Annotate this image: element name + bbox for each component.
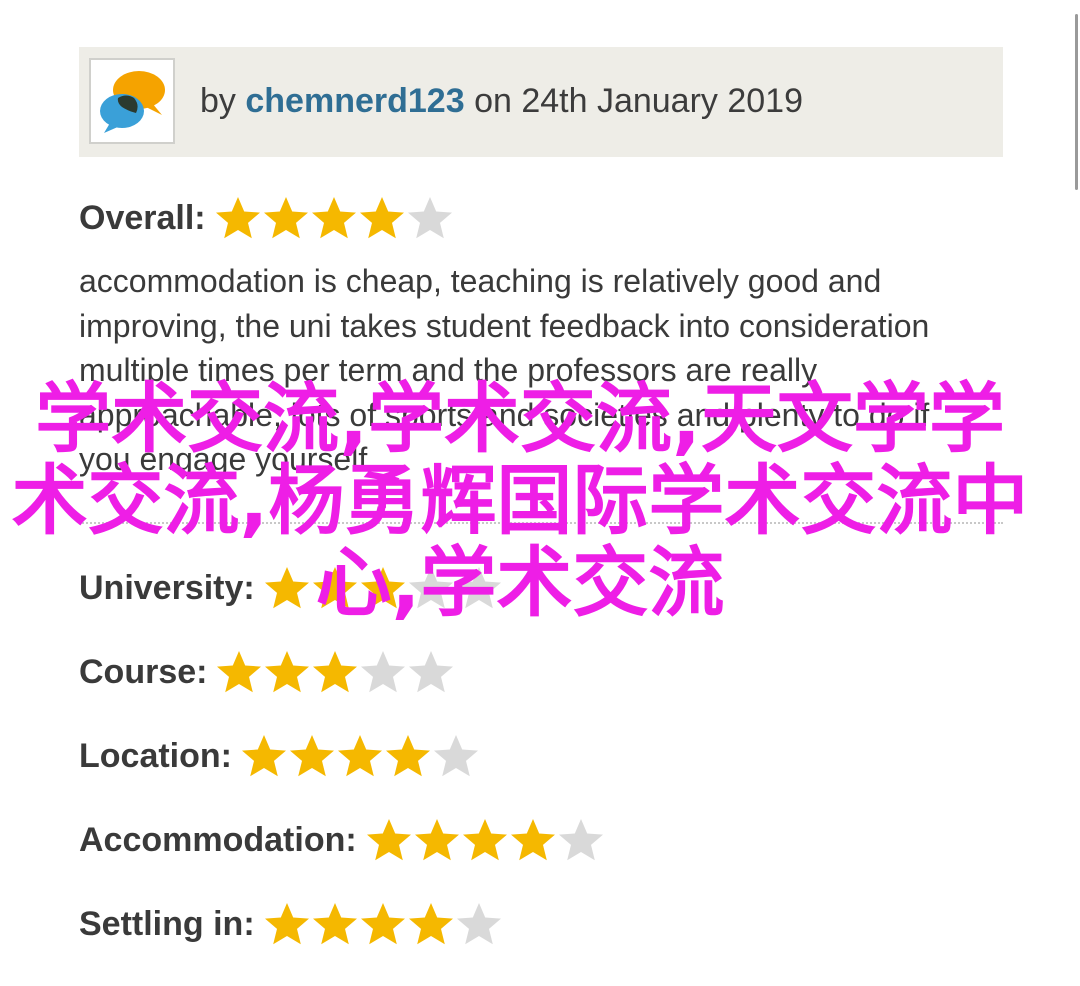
- star-filled-icon: [337, 735, 382, 777]
- star-filled-icon: [510, 819, 555, 861]
- rating-stars: [215, 648, 455, 696]
- review-byline: by chemnerd123 on 24th January 2019: [200, 80, 803, 122]
- star-empty-icon: [361, 651, 406, 693]
- review-comment: accommodation is cheap, teaching is rela…: [79, 263, 930, 477]
- star-empty-icon: [456, 903, 501, 945]
- rating-stars: [240, 732, 480, 780]
- rating-row-settling-in: Settling in:: [79, 900, 503, 948]
- star-filled-icon: [263, 197, 308, 239]
- star-empty-icon: [409, 651, 454, 693]
- star-filled-icon: [360, 567, 405, 609]
- rating-stars: [365, 816, 605, 864]
- rating-label: Location:: [79, 737, 232, 775]
- rating-label: Course:: [79, 653, 208, 691]
- rating-label: Accommodation:: [79, 821, 357, 859]
- star-filled-icon: [462, 819, 507, 861]
- star-filled-icon: [408, 903, 453, 945]
- star-filled-icon: [359, 197, 404, 239]
- review-page: by chemnerd123 on 24th January 2019 Over…: [0, 0, 1080, 986]
- rating-label: University:: [79, 569, 255, 607]
- divider: [79, 522, 1003, 524]
- star-empty-icon: [558, 819, 603, 861]
- rating-row-university: University:: [79, 564, 503, 612]
- by-prefix: by: [200, 82, 236, 120]
- star-filled-icon: [311, 197, 356, 239]
- rating-stars: [263, 564, 503, 612]
- star-filled-icon: [313, 651, 358, 693]
- star-filled-icon: [366, 819, 411, 861]
- star-filled-icon: [265, 651, 310, 693]
- star-filled-icon: [312, 903, 357, 945]
- rating-stars: [263, 900, 503, 948]
- author-link[interactable]: chemnerd123: [245, 82, 464, 120]
- star-filled-icon: [241, 735, 286, 777]
- star-empty-icon: [433, 735, 478, 777]
- star-filled-icon: [312, 567, 357, 609]
- review-header: by chemnerd123 on 24th January 2019: [79, 47, 1003, 157]
- rating-row-location: Location:: [79, 732, 480, 780]
- scrollbar-thumb[interactable]: [1075, 14, 1078, 190]
- speech-bubbles-icon: [100, 71, 165, 133]
- star-filled-icon: [217, 651, 262, 693]
- overall-rating: Overall:: [79, 194, 454, 242]
- scrollbar[interactable]: [1074, 0, 1080, 200]
- rating-row-course: Course:: [79, 648, 455, 696]
- overall-stars: [214, 194, 454, 242]
- rating-row-accommodation: Accommodation:: [79, 816, 605, 864]
- star-filled-icon: [360, 903, 405, 945]
- star-filled-icon: [215, 197, 260, 239]
- star-filled-icon: [264, 567, 309, 609]
- star-empty-icon: [408, 567, 453, 609]
- overall-label: Overall:: [79, 199, 206, 237]
- avatar[interactable]: [89, 58, 175, 144]
- rating-label: Settling in:: [79, 905, 255, 943]
- star-filled-icon: [414, 819, 459, 861]
- review-date: on 24th January 2019: [474, 82, 803, 120]
- star-empty-icon: [407, 197, 452, 239]
- star-filled-icon: [289, 735, 334, 777]
- star-filled-icon: [264, 903, 309, 945]
- star-filled-icon: [385, 735, 430, 777]
- star-empty-icon: [456, 567, 501, 609]
